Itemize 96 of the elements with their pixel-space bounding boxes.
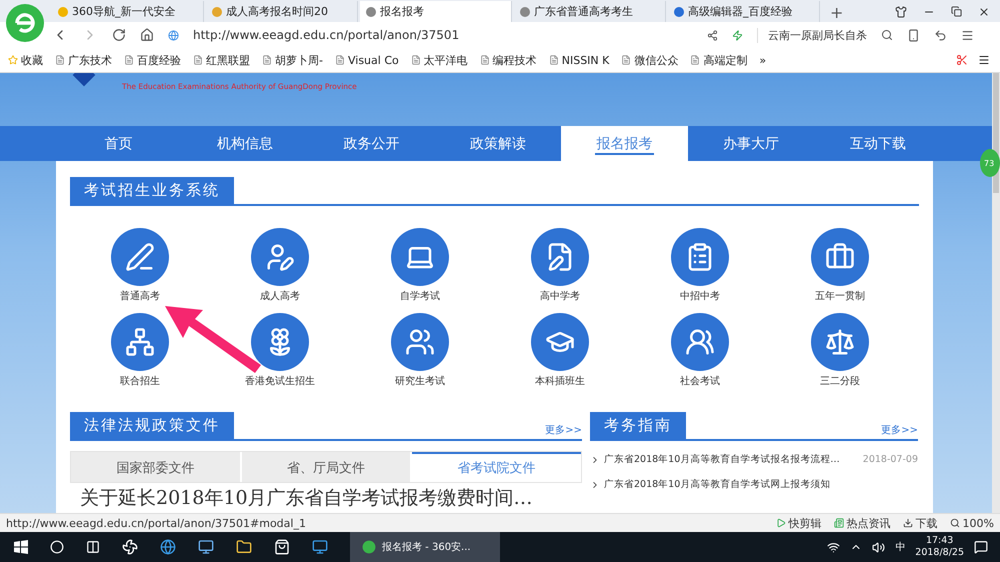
scrollbar[interactable]	[992, 73, 1000, 513]
download-icon	[902, 518, 913, 528]
service-link[interactable]: 本科插班生	[535, 374, 585, 388]
nav-tab[interactable]: 政策解读	[434, 126, 562, 161]
nav-tab[interactable]: 互动下载	[814, 126, 942, 161]
nav-tab[interactable]: 政务公开	[308, 126, 435, 161]
task-view-icon[interactable]	[86, 540, 100, 554]
browser-tab[interactable]: 报名报考	[360, 1, 512, 22]
browser-logo-icon[interactable]	[6, 4, 44, 42]
service-link[interactable]: 高中学考	[540, 289, 580, 303]
page-icon	[193, 55, 203, 65]
bookmark-link[interactable]: 微信公众	[634, 52, 678, 68]
page-icon	[55, 55, 65, 65]
document-tab[interactable]: 省、厅局文件	[242, 452, 410, 482]
star-icon	[8, 55, 18, 65]
bookmark-link[interactable]: 太平洋电	[424, 52, 468, 68]
nav-tab[interactable]: 办事大厅	[688, 126, 814, 161]
lightning-icon[interactable]	[732, 30, 743, 40]
taskbar-app-button[interactable]: 报名报考 - 360安...	[350, 532, 500, 562]
service-link[interactable]: 自学考试	[400, 289, 440, 303]
service-link[interactable]: 三二分段	[820, 374, 860, 388]
bookmark-link[interactable]: 红黑联盟	[206, 52, 250, 68]
page-icon	[548, 55, 559, 65]
scissors-icon[interactable]	[956, 54, 968, 66]
zoom-icon	[950, 518, 960, 528]
page-icon	[410, 55, 421, 65]
share-icon[interactable]	[707, 30, 718, 40]
newspaper-icon	[834, 518, 844, 528]
phone-icon[interactable]	[907, 28, 920, 42]
status-button[interactable]: 热点资讯	[846, 516, 891, 530]
status-url: http://www.eeagd.edu.cn/portal/anon/37501#modal_1	[6, 516, 306, 530]
search-icon[interactable]	[881, 29, 893, 41]
menu-icon[interactable]	[961, 28, 974, 42]
section-title: 法律法规政策文件	[70, 412, 234, 439]
service-link[interactable]: 成人高考	[260, 289, 300, 303]
nav-tab[interactable]: 首页	[55, 126, 182, 161]
restore-icon[interactable]	[951, 6, 962, 17]
service-link[interactable]: 五年一贯制	[815, 289, 865, 303]
status-button[interactable]: 快剪辑	[788, 516, 822, 530]
service-link[interactable]: 研究生考试	[395, 374, 445, 388]
service-link[interactable]: 社会考试	[680, 374, 720, 388]
bookmark-link[interactable]: 高端定制	[703, 52, 748, 68]
close-icon[interactable]	[978, 6, 990, 18]
nav-tab[interactable]: 报名报考	[561, 126, 688, 161]
zoom-button[interactable]: 100%	[962, 516, 994, 530]
home-icon[interactable]	[140, 28, 154, 42]
globe-icon	[168, 30, 179, 40]
reload-icon[interactable]	[112, 28, 126, 42]
undo-icon[interactable]	[934, 28, 947, 42]
bookmark-link[interactable]: 广东技术	[68, 52, 112, 68]
ime-indicator[interactable]: 中	[895, 540, 906, 554]
page-icon	[124, 55, 134, 65]
document-tab[interactable]: 国家部委文件	[71, 452, 240, 482]
more-bookmarks-button[interactable]: »	[759, 54, 766, 66]
service-link[interactable]: 联合招生	[120, 374, 160, 388]
guide-link[interactable]: 广东省2018年10月高等教育自学考试报名报考流程…	[604, 453, 840, 466]
nav-tab[interactable]: 机构信息	[182, 126, 308, 161]
new-tab-button[interactable]: +	[822, 3, 852, 22]
page-icon	[334, 55, 345, 65]
volume-icon[interactable]	[872, 540, 886, 554]
search-circle-icon[interactable]	[50, 540, 64, 554]
wifi-icon[interactable]	[827, 540, 840, 554]
page-icon	[690, 55, 700, 65]
date: 2018-07-09	[862, 454, 918, 465]
windows-start-icon[interactable]	[14, 540, 28, 554]
bookmark-link[interactable]: 百度经验	[137, 52, 181, 68]
page-icon	[621, 55, 632, 65]
headline-link[interactable]: 关于延长2018年10月广东省自学考试报考缴费时间…	[70, 483, 582, 513]
store-icon[interactable]	[274, 539, 290, 555]
bookmark-link[interactable]: Visual Co	[348, 54, 399, 66]
section-title: 考务指南	[590, 412, 686, 439]
service-link[interactable]: 中招中考	[680, 289, 720, 303]
service-link[interactable]: 普通高考	[120, 289, 160, 303]
bookmark-link[interactable]: 编程技术	[492, 52, 537, 68]
page-icon	[480, 55, 490, 65]
clock[interactable]: 17:43 2018/8/25	[915, 535, 964, 559]
folder-icon[interactable]	[236, 539, 252, 555]
bookmark-link[interactable]: 胡萝卜周-	[275, 52, 323, 68]
address-field[interactable]: http://www.eeagd.edu.cn/portal/anon/37501	[193, 28, 693, 42]
bookmark-link[interactable]: NISSIN K	[562, 54, 610, 66]
guide-link[interactable]: 广东省2018年10月高等教育自学考试网上报考须知	[604, 478, 830, 491]
screen-icon[interactable]	[312, 539, 328, 555]
monitor-icon[interactable]	[198, 539, 214, 555]
play-icon	[776, 518, 786, 528]
more-link[interactable]: 更多>>	[881, 423, 918, 439]
skin-icon[interactable]	[895, 6, 907, 18]
notification-icon[interactable]	[974, 540, 988, 554]
app-circle-icon	[362, 540, 376, 554]
page-icon	[262, 55, 272, 65]
more-link[interactable]: 更多>>	[545, 423, 582, 439]
search-field[interactable]: 云南一原副局长自杀	[757, 28, 867, 42]
service-link[interactable]: 香港免试生招生	[245, 374, 315, 388]
status-button[interactable]: 下载	[916, 516, 938, 530]
fan-icon[interactable]	[122, 539, 138, 555]
bookmark-link[interactable]: 收藏	[21, 52, 43, 68]
section-title: 考试招生业务系统	[70, 177, 234, 204]
